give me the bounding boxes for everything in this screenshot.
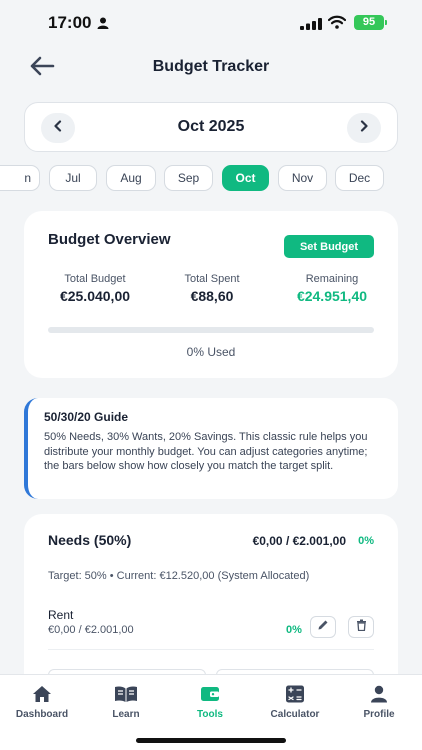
status-time: 17:00	[48, 13, 92, 32]
remaining-stat: Remaining €24.951,40	[274, 273, 390, 304]
page-title: Budget Tracker	[152, 58, 270, 75]
tab-learn[interactable]: Learn	[84, 683, 168, 720]
month-chip-nov[interactable]: Nov	[278, 165, 327, 191]
total-budget-value: €25.040,00	[59, 288, 131, 304]
month-chip-label: Oct	[235, 171, 256, 185]
month-chip-label: Jul	[65, 171, 81, 185]
month-selector: Oct 2025	[24, 102, 398, 152]
item-percent: 0%	[286, 624, 302, 636]
month-chip-jul[interactable]: Jul	[49, 165, 97, 191]
month-chip-label: Nov	[291, 171, 314, 185]
home-icon	[0, 683, 84, 705]
wifi-icon	[327, 15, 347, 34]
month-chip-label: Aug	[120, 171, 142, 185]
battery-tip	[385, 20, 387, 25]
month-chip-label: Sep	[177, 171, 200, 185]
signal-icon	[300, 17, 322, 35]
guide-card: 50/30/20 Guide 50% Needs, 30% Wants, 20%…	[24, 398, 398, 499]
total-budget-stat: Total Budget €25.040,00	[40, 273, 150, 304]
needs-amount: €0,00 / €2.001,00	[252, 534, 346, 548]
item-name: Rent	[48, 608, 74, 622]
pencil-icon	[317, 618, 329, 636]
month-chip-sep[interactable]: Sep	[164, 165, 213, 191]
guide-title: 50/30/20 Guide	[44, 410, 129, 424]
overview-title: Budget Overview	[48, 231, 171, 248]
delete-button[interactable]	[348, 616, 374, 638]
tab-calculator[interactable]: Calculator	[253, 683, 337, 720]
month-chip-aug[interactable]: Aug	[106, 165, 156, 191]
tab-tools[interactable]: Tools	[168, 683, 252, 720]
tab-label: Learn	[112, 709, 140, 720]
trash-icon	[356, 618, 367, 636]
tab-dashboard[interactable]: Dashboard	[0, 683, 84, 720]
remaining-value: €24.951,40	[296, 288, 368, 304]
month-chip-label: n	[24, 171, 31, 185]
month-chip-jun[interactable]: n	[0, 165, 40, 191]
month-chip-label: Dec	[348, 171, 371, 185]
month-chip-dec[interactable]: Dec	[335, 165, 384, 191]
needs-percent: 0%	[358, 535, 374, 547]
next-month-button[interactable]	[347, 113, 381, 143]
battery-indicator: 95	[354, 15, 384, 30]
month-chip-strip: n Jul Aug Sep Oct Nov Dec	[0, 165, 422, 192]
home-indicator	[136, 738, 286, 743]
tab-label: Tools	[197, 709, 223, 720]
total-spent-value: €88,60	[190, 288, 234, 304]
status-bar: 17:00 95	[0, 0, 422, 46]
needs-target-text: Target: 50% • Current: €12.520,00 (Syste…	[48, 570, 310, 582]
person-icon	[337, 683, 421, 705]
current-month-label: Oct 2025	[177, 118, 245, 135]
chevron-right-icon	[359, 119, 369, 137]
item-amount: €0,00 / €2.001,00	[48, 624, 134, 636]
remaining-label: Remaining	[305, 273, 359, 285]
tab-label: Dashboard	[15, 709, 69, 720]
total-budget-label: Total Budget	[64, 273, 126, 285]
budget-overview-card: Budget Overview Set Budget Total Budget …	[24, 211, 398, 378]
calculator-icon	[253, 683, 337, 705]
budget-progress-bar	[48, 327, 374, 333]
edit-button[interactable]	[310, 616, 336, 638]
item-divider	[48, 649, 374, 650]
book-icon	[84, 683, 168, 705]
tab-profile[interactable]: Profile	[337, 683, 421, 720]
month-chip-oct[interactable]: Oct	[222, 165, 269, 191]
tab-label: Calculator	[270, 709, 320, 720]
set-budget-button[interactable]: Set Budget	[284, 235, 374, 258]
tab-label: Profile	[363, 709, 395, 720]
total-spent-label: Total Spent	[184, 273, 240, 285]
used-percentage-label: 0% Used	[186, 345, 236, 359]
wallet-icon	[168, 683, 252, 705]
guide-body: 50% Needs, 30% Wants, 20% Savings. This …	[44, 431, 368, 472]
person-icon	[97, 16, 109, 34]
header: Budget Tracker	[0, 46, 422, 90]
needs-title: Needs (50%)	[48, 532, 132, 548]
total-spent-stat: Total Spent €88,60	[157, 273, 267, 304]
